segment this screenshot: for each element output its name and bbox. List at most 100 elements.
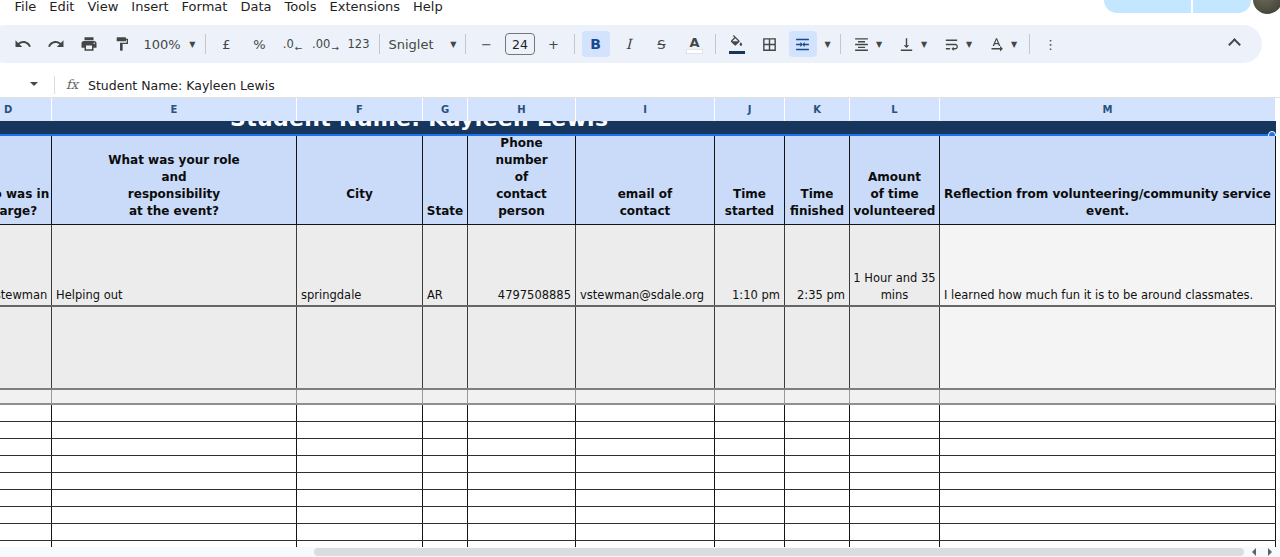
font-size-input[interactable]: 24 bbox=[505, 33, 535, 55]
empty-cell[interactable] bbox=[576, 524, 715, 540]
empty-cell[interactable] bbox=[468, 422, 576, 438]
empty-cell[interactable] bbox=[468, 473, 576, 489]
empty-cell[interactable] bbox=[468, 439, 576, 455]
empty-cell[interactable] bbox=[850, 307, 940, 388]
empty-cell[interactable] bbox=[297, 473, 423, 489]
empty-cell[interactable] bbox=[423, 507, 468, 523]
cell-time-started[interactable]: 1:10 pm bbox=[715, 225, 785, 305]
empty-cell[interactable] bbox=[940, 390, 1276, 403]
print-button[interactable] bbox=[75, 31, 103, 57]
column-header-J[interactable]: J bbox=[715, 98, 785, 121]
empty-cell[interactable] bbox=[850, 507, 940, 523]
empty-cell[interactable] bbox=[850, 473, 940, 489]
empty-cell[interactable] bbox=[52, 456, 297, 472]
header-cell-email[interactable]: email of contact bbox=[576, 136, 715, 224]
empty-cell[interactable] bbox=[468, 307, 576, 388]
header-cell-role[interactable]: What was your role and responsibility at… bbox=[52, 136, 297, 224]
cell-role[interactable]: Helping out bbox=[52, 225, 297, 305]
empty-cell[interactable] bbox=[468, 456, 576, 472]
empty-cell[interactable] bbox=[52, 524, 297, 540]
decrease-decimal-button[interactable]: .0← bbox=[279, 31, 307, 57]
cell-state[interactable]: AR bbox=[423, 225, 468, 305]
empty-cell[interactable] bbox=[0, 473, 52, 489]
empty-cell[interactable] bbox=[785, 439, 850, 455]
empty-cell[interactable] bbox=[576, 439, 715, 455]
menu-insert[interactable]: Insert bbox=[125, 0, 175, 15]
text-rotation-button[interactable]: ▼ bbox=[983, 31, 1023, 57]
menu-view[interactable]: View bbox=[81, 0, 125, 15]
empty-cell[interactable] bbox=[0, 439, 52, 455]
empty-cell[interactable] bbox=[576, 473, 715, 489]
user-avatar[interactable] bbox=[1253, 0, 1280, 14]
empty-cell[interactable] bbox=[468, 524, 576, 540]
empty-cell[interactable] bbox=[850, 524, 940, 540]
strikethrough-button[interactable]: S bbox=[648, 31, 676, 57]
menu-file[interactable]: File bbox=[8, 0, 43, 15]
empty-cell[interactable] bbox=[423, 405, 468, 421]
menu-format[interactable]: Format bbox=[175, 0, 234, 15]
empty-cell[interactable] bbox=[468, 405, 576, 421]
empty-cell[interactable] bbox=[940, 439, 1276, 455]
text-wrapping-button[interactable]: ▼ bbox=[938, 31, 978, 57]
empty-cell[interactable] bbox=[576, 307, 715, 388]
header-cell-state[interactable]: State bbox=[423, 136, 468, 224]
empty-cell[interactable] bbox=[715, 507, 785, 523]
empty-cell[interactable] bbox=[940, 405, 1276, 421]
percent-format-button[interactable]: % bbox=[246, 31, 274, 57]
empty-cell[interactable] bbox=[423, 473, 468, 489]
empty-cell[interactable] bbox=[423, 456, 468, 472]
empty-cell[interactable] bbox=[715, 456, 785, 472]
empty-cell[interactable] bbox=[0, 507, 52, 523]
column-header-L[interactable]: L bbox=[850, 98, 940, 121]
menu-extensions[interactable]: Extensions bbox=[323, 0, 407, 15]
empty-cell[interactable] bbox=[52, 422, 297, 438]
italic-button[interactable]: I bbox=[615, 31, 643, 57]
empty-cell[interactable] bbox=[576, 507, 715, 523]
increase-font-size-button[interactable]: + bbox=[540, 31, 568, 57]
header-cell-amount-of-time[interactable]: Amount of time volunteered bbox=[850, 136, 940, 224]
empty-cell[interactable] bbox=[785, 390, 850, 403]
menu-tools[interactable]: Tools bbox=[278, 0, 323, 15]
empty-cell[interactable] bbox=[715, 524, 785, 540]
header-cell-who-was-in-charge[interactable]: Who was in charge? bbox=[0, 136, 52, 224]
cell-time-finished[interactable]: 2:35 pm bbox=[785, 225, 850, 305]
empty-cell[interactable] bbox=[0, 422, 52, 438]
formula-bar-value[interactable]: Student Name: Kayleen Lewis bbox=[88, 78, 275, 93]
increase-decimal-button[interactable]: .00→ bbox=[312, 31, 340, 57]
empty-cell[interactable] bbox=[0, 524, 52, 540]
redo-button[interactable] bbox=[42, 31, 70, 57]
cell-city[interactable]: springdale bbox=[297, 225, 423, 305]
column-header-K[interactable]: K bbox=[785, 98, 850, 121]
header-cell-phone[interactable]: Phone number of contact person bbox=[468, 136, 576, 224]
empty-cell[interactable] bbox=[785, 473, 850, 489]
empty-cell[interactable] bbox=[0, 456, 52, 472]
empty-cell[interactable] bbox=[715, 405, 785, 421]
empty-cell[interactable] bbox=[940, 507, 1276, 523]
empty-cell[interactable] bbox=[940, 490, 1276, 506]
merge-cells-button[interactable] bbox=[789, 31, 817, 57]
bold-button[interactable]: B bbox=[582, 31, 610, 57]
title-row[interactable]: Student Name: Kayleen Lewis bbox=[0, 121, 1276, 134]
cell-reflection[interactable]: I learned how much fun it is to be aroun… bbox=[940, 225, 1276, 305]
borders-button[interactable] bbox=[756, 31, 784, 57]
empty-cell[interactable] bbox=[850, 405, 940, 421]
empty-cell[interactable] bbox=[297, 507, 423, 523]
empty-cell[interactable] bbox=[52, 390, 297, 403]
column-header-E[interactable]: E bbox=[52, 98, 297, 121]
empty-cell[interactable] bbox=[0, 390, 52, 403]
cell-amount-of-time[interactable]: 1 Hour and 35 mins bbox=[850, 225, 940, 305]
cell-phone[interactable]: 4797508885 bbox=[468, 225, 576, 305]
empty-cell[interactable] bbox=[52, 473, 297, 489]
header-cell-time-finished[interactable]: Time finished bbox=[785, 136, 850, 224]
empty-cell[interactable] bbox=[715, 422, 785, 438]
menu-data[interactable]: Data bbox=[234, 0, 278, 15]
zoom-select[interactable]: 100%▼ bbox=[141, 31, 199, 57]
empty-cell[interactable] bbox=[297, 307, 423, 388]
empty-cell[interactable] bbox=[52, 307, 297, 388]
text-color-button[interactable]: A bbox=[681, 31, 709, 57]
empty-cell[interactable] bbox=[0, 307, 52, 388]
header-cell-city[interactable]: City bbox=[297, 136, 423, 224]
empty-cell[interactable] bbox=[850, 490, 940, 506]
scrollbar-thumb[interactable] bbox=[314, 548, 1244, 556]
empty-cell[interactable] bbox=[715, 307, 785, 388]
